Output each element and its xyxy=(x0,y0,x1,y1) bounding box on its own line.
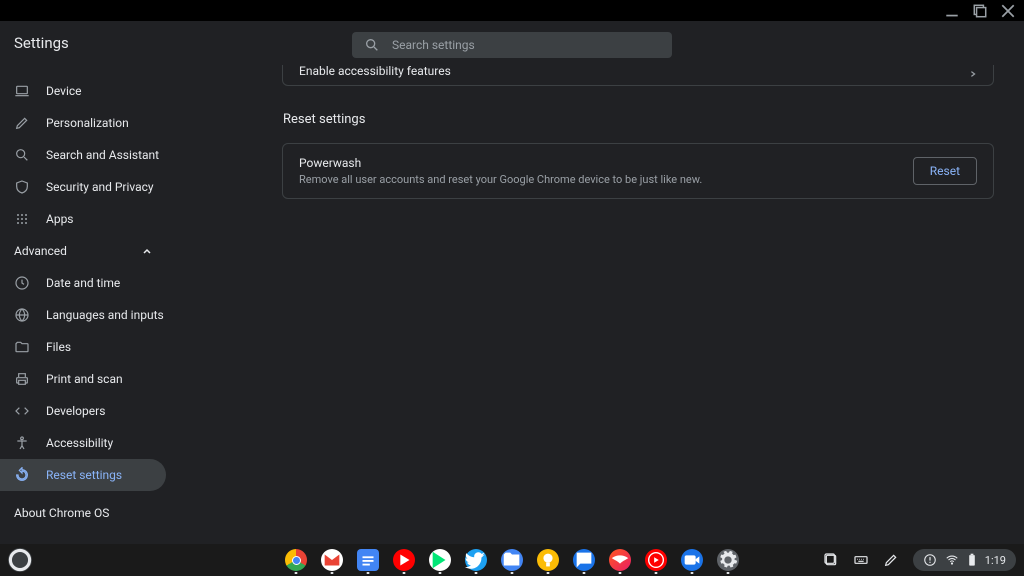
app-files-icon[interactable] xyxy=(501,549,523,571)
app-gmail-icon[interactable] xyxy=(321,549,343,571)
sidebar-item-label: Device xyxy=(46,84,82,98)
status-area[interactable]: 1:19 xyxy=(913,549,1016,571)
shelf-right: 1:19 xyxy=(823,549,1016,571)
powerwash-title: Powerwash xyxy=(299,156,702,170)
sidebar-item-accessibility[interactable]: Accessibility xyxy=(0,427,166,459)
sidebar-about-link[interactable]: About Chrome OS xyxy=(0,497,166,529)
accessibility-row[interactable]: Enable accessibility features xyxy=(299,61,977,81)
sidebar-item-print-scan[interactable]: Print and scan xyxy=(0,363,166,395)
pencil-icon xyxy=(14,115,30,131)
app-keep-icon[interactable] xyxy=(537,549,559,571)
folder-icon xyxy=(14,339,30,355)
sidebar-item-label: Search and Assistant xyxy=(46,148,159,162)
chevron-right-icon xyxy=(969,67,977,75)
clock-time: 1:19 xyxy=(985,554,1006,567)
accessibility-icon xyxy=(14,435,30,451)
sidebar-item-label: Accessibility xyxy=(46,436,113,450)
keyboard-icon[interactable] xyxy=(853,552,869,568)
maximize-icon[interactable] xyxy=(972,3,988,19)
search-input[interactable] xyxy=(392,38,660,52)
sidebar-item-date-time[interactable]: Date and time xyxy=(0,267,166,299)
app-twitter-icon[interactable] xyxy=(465,549,487,571)
launcher-button[interactable] xyxy=(8,548,32,572)
search-box[interactable] xyxy=(352,32,672,58)
sidebar-item-personalization[interactable]: Personalization xyxy=(0,107,166,139)
window-controls xyxy=(0,0,1024,21)
sidebar-item-files[interactable]: Files xyxy=(0,331,166,363)
wifi-icon xyxy=(945,553,959,567)
minimize-icon[interactable] xyxy=(944,3,960,19)
battery-icon xyxy=(967,553,977,567)
app-stadia-icon[interactable] xyxy=(609,549,631,571)
main: Device Personalization Search and Assist… xyxy=(0,65,1024,544)
sidebar-item-label: Personalization xyxy=(46,116,129,130)
sidebar-item-label: Security and Privacy xyxy=(46,180,154,194)
code-icon xyxy=(14,403,30,419)
app-chrome-icon[interactable] xyxy=(285,549,307,571)
sidebar-item-device[interactable]: Device xyxy=(0,75,166,107)
shelf-left xyxy=(8,548,32,572)
reset-icon xyxy=(14,467,30,483)
content: Enable accessibility features Reset sett… xyxy=(166,65,1024,544)
sidebar-item-label: Developers xyxy=(46,404,105,418)
screenshot-icon[interactable] xyxy=(823,552,839,568)
sidebar-item-security-privacy[interactable]: Security and Privacy xyxy=(0,171,166,203)
accessibility-card: Enable accessibility features xyxy=(282,65,994,86)
sidebar-group-label: Advanced xyxy=(14,244,67,258)
stylus-icon[interactable] xyxy=(883,552,899,568)
shelf: 1:19 xyxy=(0,544,1024,576)
powerwash-desc: Remove all user accounts and reset your … xyxy=(299,173,702,186)
sidebar-item-label: Reset settings xyxy=(46,468,122,482)
notification-icon xyxy=(923,553,937,567)
shield-icon xyxy=(14,179,30,195)
page-title: Settings xyxy=(14,34,69,52)
sidebar-item-apps[interactable]: Apps xyxy=(0,203,166,235)
sidebar-item-label: Apps xyxy=(46,212,74,226)
shelf-apps xyxy=(285,549,739,571)
sidebar: Device Personalization Search and Assist… xyxy=(0,65,166,544)
app-youtube-icon[interactable] xyxy=(393,549,415,571)
app-settings-icon[interactable] xyxy=(717,549,739,571)
close-icon[interactable] xyxy=(1000,3,1016,19)
accessibility-label: Enable accessibility features xyxy=(299,64,451,78)
sidebar-about-label: About Chrome OS xyxy=(14,506,109,520)
app-play-icon[interactable] xyxy=(429,549,451,571)
sidebar-item-label: Print and scan xyxy=(46,372,123,386)
app-docs-icon[interactable] xyxy=(357,549,379,571)
search-icon xyxy=(14,147,30,163)
app-messages-icon[interactable] xyxy=(573,549,595,571)
app-duo-icon[interactable] xyxy=(681,549,703,571)
powerwash-card: Powerwash Remove all user accounts and r… xyxy=(282,143,994,199)
printer-icon xyxy=(14,371,30,387)
sidebar-item-reset-settings[interactable]: Reset settings xyxy=(0,459,166,491)
chevron-up-icon xyxy=(142,246,152,256)
sidebar-item-languages[interactable]: Languages and inputs xyxy=(0,299,166,331)
laptop-icon xyxy=(14,83,30,99)
sidebar-item-label: Languages and inputs xyxy=(46,308,164,322)
search-wrap xyxy=(352,32,672,58)
clock-icon xyxy=(14,275,30,291)
search-icon xyxy=(364,37,380,53)
reset-button[interactable]: Reset xyxy=(913,157,977,185)
sidebar-item-search-assistant[interactable]: Search and Assistant xyxy=(0,139,166,171)
section-title: Reset settings xyxy=(283,112,994,127)
globe-icon xyxy=(14,307,30,323)
sidebar-item-developers[interactable]: Developers xyxy=(0,395,166,427)
sidebar-item-label: Date and time xyxy=(46,276,120,290)
sidebar-item-label: Files xyxy=(46,340,71,354)
sidebar-group-advanced[interactable]: Advanced xyxy=(0,235,166,267)
app-ytmusic-icon[interactable] xyxy=(645,549,667,571)
header: Settings xyxy=(0,21,1024,65)
grid-icon xyxy=(14,211,30,227)
powerwash-info: Powerwash Remove all user accounts and r… xyxy=(299,156,702,186)
